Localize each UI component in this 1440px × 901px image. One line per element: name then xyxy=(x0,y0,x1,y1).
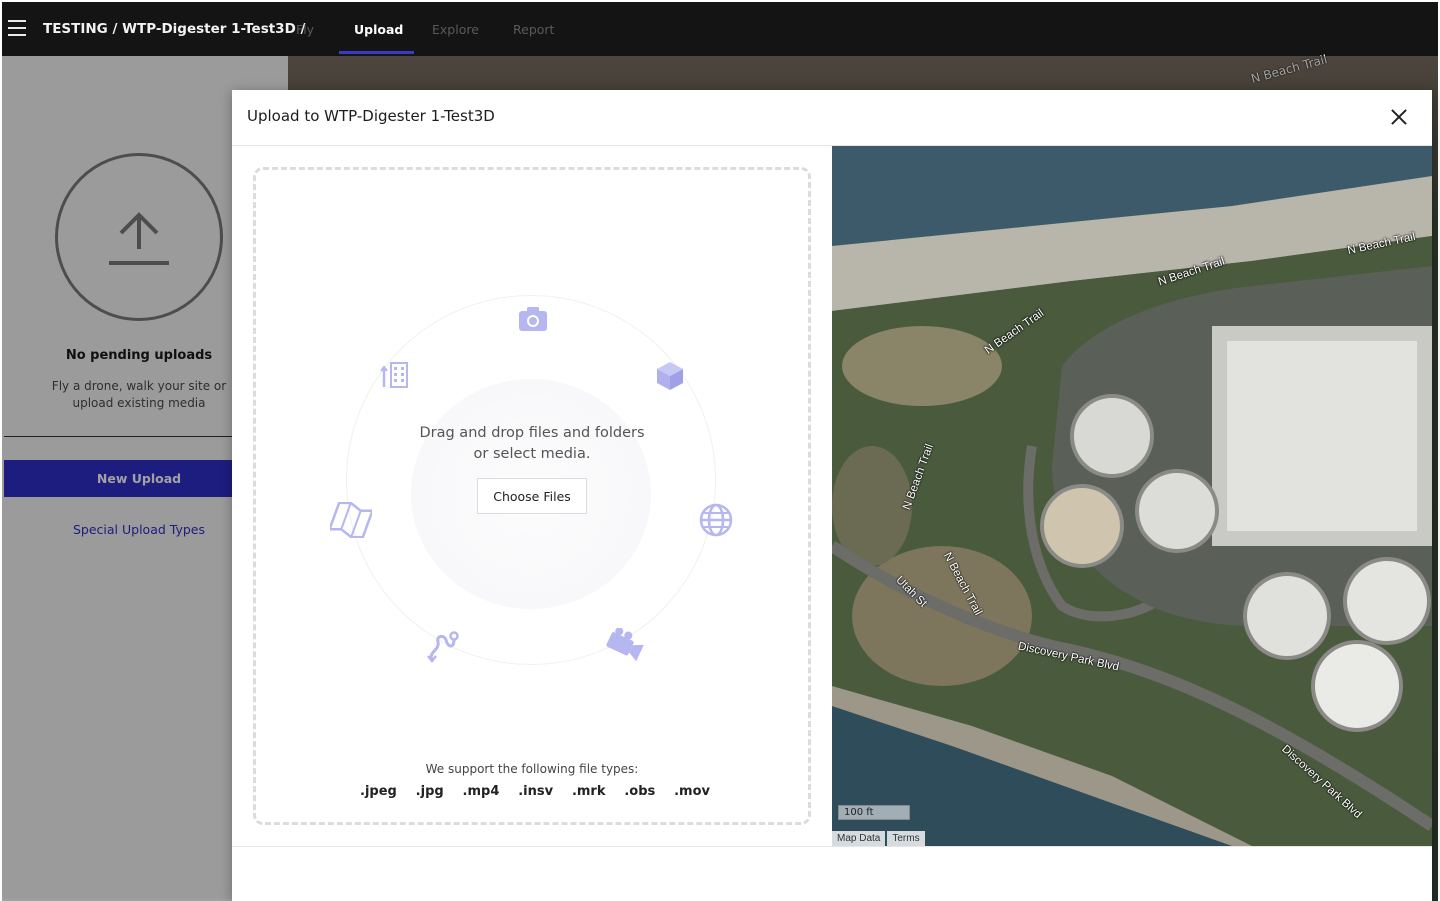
cube-icon xyxy=(657,362,683,390)
file-type: .mp4 xyxy=(462,784,500,799)
file-type: .insv xyxy=(518,784,554,799)
drag-text-line-2: or select media. xyxy=(473,446,591,462)
video-camera-icon xyxy=(606,628,644,662)
file-type: .obs xyxy=(624,784,656,799)
upload-modal: Upload to WTP-Digester 1-Test3D Drag and… xyxy=(232,90,1432,901)
camera-icon xyxy=(519,307,547,331)
file-type: .jpeg xyxy=(360,784,397,799)
file-type: .mrk xyxy=(571,784,606,799)
tab-report[interactable]: Report xyxy=(513,22,554,37)
building-icon xyxy=(380,362,408,388)
breadcrumb[interactable]: TESTING / WTP-Digester 1-Test3D / xyxy=(43,21,305,37)
globe-icon xyxy=(699,503,733,537)
tab-explore[interactable]: Explore xyxy=(432,22,479,37)
close-icon[interactable] xyxy=(1388,106,1410,128)
tab-upload[interactable]: Upload xyxy=(354,22,403,37)
top-nav-bar: TESTING / WTP-Digester 1-Test3D / Fly Up… xyxy=(2,2,1438,56)
choose-files-button[interactable]: Choose Files xyxy=(477,478,587,514)
file-dropzone[interactable]: Drag and drop files and folders or selec… xyxy=(253,167,811,825)
path-icon xyxy=(427,631,459,664)
menu-icon[interactable] xyxy=(8,20,26,36)
map-data-link[interactable]: Map Data xyxy=(832,831,886,846)
site-map[interactable]: N Beach Trail N Beach Trail N Beach Trai… xyxy=(832,146,1432,846)
satellite-imagery xyxy=(832,146,1432,846)
active-tab-indicator xyxy=(339,51,414,54)
tab-fly[interactable]: Fly xyxy=(296,22,314,37)
modal-title: Upload to WTP-Digester 1-Test3D xyxy=(247,107,495,125)
terms-link[interactable]: Terms xyxy=(887,831,925,846)
map-attribution: Map Data Terms xyxy=(832,831,927,846)
modal-header: Upload to WTP-Digester 1-Test3D xyxy=(232,90,1432,146)
supported-types-label: We support the following file types: xyxy=(425,762,639,776)
file-type: .mov xyxy=(674,784,710,799)
drag-text-line-1: Drag and drop files and folders xyxy=(419,425,645,441)
map-scale: 100 ft xyxy=(838,805,910,820)
map-icon xyxy=(330,502,372,538)
supported-file-types: .jpeg .jpg .mp4 .insv .mrk .obs .mov xyxy=(360,784,710,799)
file-type: .jpg xyxy=(415,784,444,799)
dropzone-instructions: Drag and drop files and folders or selec… xyxy=(256,423,808,465)
modal-footer-divider xyxy=(232,846,1432,847)
